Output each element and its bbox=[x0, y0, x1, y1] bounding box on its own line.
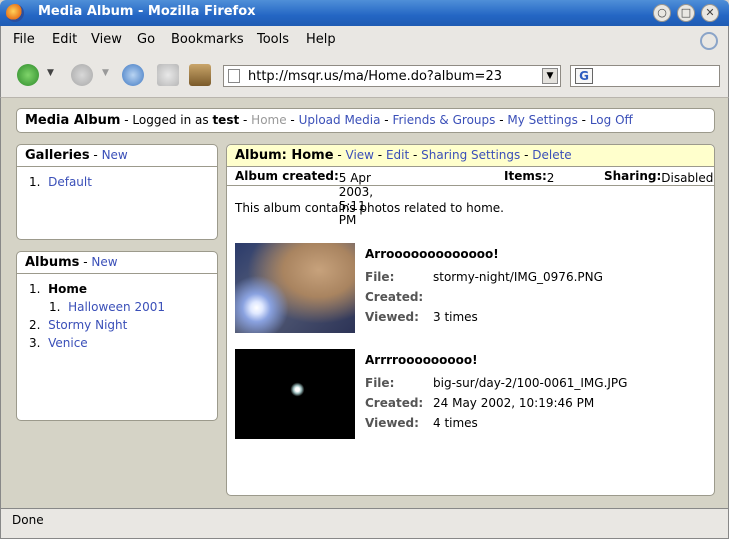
album-created-value: 5 Apr 2003, 5:11 PM bbox=[338, 171, 374, 227]
username: test bbox=[212, 113, 240, 127]
media-viewed: 3 times bbox=[433, 310, 478, 324]
media-file: stormy-night/IMG_0976.PNG bbox=[433, 270, 603, 284]
menu-view[interactable]: View bbox=[91, 32, 122, 47]
page-icon bbox=[228, 69, 240, 83]
search-box[interactable]: G bbox=[570, 65, 720, 87]
menu-tools[interactable]: Tools bbox=[257, 32, 289, 47]
album-title: Album: Home bbox=[235, 148, 334, 163]
menu-file[interactable]: File bbox=[13, 32, 35, 47]
firefox-icon bbox=[6, 4, 24, 22]
albums-title: Albums bbox=[25, 255, 80, 270]
gallery-item: 1. Default bbox=[29, 175, 92, 189]
album-link-halloween[interactable]: Halloween 2001 bbox=[68, 300, 165, 314]
media-title: Arrrrooooooooo! bbox=[365, 353, 478, 367]
maximize-button[interactable]: □ bbox=[677, 4, 695, 22]
url-text[interactable]: http://msqr.us/ma/Home.do?album=23 bbox=[248, 69, 502, 84]
stop-icon[interactable] bbox=[157, 64, 179, 86]
album-link-venice[interactable]: Venice bbox=[48, 336, 88, 350]
nav-log-off[interactable]: Log Off bbox=[590, 113, 633, 127]
album-delete-link[interactable]: Delete bbox=[532, 148, 571, 162]
nav-my-settings[interactable]: My Settings bbox=[507, 113, 578, 127]
forward-icon[interactable] bbox=[71, 64, 93, 86]
logged-in-text: - Logged in as bbox=[120, 113, 213, 127]
media-viewed: 4 times bbox=[433, 416, 478, 430]
galleries-panel: Galleries - New 1. Default bbox=[16, 144, 218, 240]
album-edit-link[interactable]: Edit bbox=[386, 148, 409, 162]
media-info: Arrrrooooooooo! File: big-sur/day-2/100-0… bbox=[365, 353, 628, 430]
album-sharing-value: Disabled bbox=[661, 171, 714, 185]
media-info: Arrooooooooooooo! File: stormy-night/IMG_… bbox=[365, 247, 603, 324]
album-items-value: 2 bbox=[546, 171, 555, 185]
status-text: Done bbox=[12, 513, 44, 527]
home-icon[interactable] bbox=[189, 64, 211, 86]
navigation-toolbar: ▼ ▼ http://msqr.us/ma/Home.do?album=23 ▼… bbox=[0, 52, 729, 98]
album-sharing-link[interactable]: Sharing Settings bbox=[421, 148, 520, 162]
page-content: Media Album - Logged in as test - Home -… bbox=[0, 98, 729, 508]
galleries-title: Galleries bbox=[25, 148, 90, 163]
forward-dropdown-icon[interactable]: ▼ bbox=[102, 68, 109, 78]
media-created: 24 May 2002, 10:19:46 PM bbox=[433, 396, 595, 410]
reload-icon[interactable] bbox=[122, 64, 144, 86]
menu-bookmarks[interactable]: Bookmarks bbox=[171, 32, 244, 47]
nav-home: Home bbox=[251, 113, 287, 127]
new-gallery-link[interactable]: New bbox=[102, 148, 128, 162]
site-header: Media Album - Logged in as test - Home -… bbox=[16, 108, 715, 133]
new-album-link[interactable]: New bbox=[91, 255, 117, 269]
brand-name: Media Album bbox=[25, 113, 121, 128]
window-title: Media Album - Mozilla Firefox bbox=[38, 4, 256, 19]
album-item: 2. Stormy Night bbox=[29, 318, 128, 332]
google-icon[interactable]: G bbox=[575, 68, 593, 84]
url-bar[interactable]: http://msqr.us/ma/Home.do?album=23 ▼ bbox=[223, 65, 561, 87]
menu-edit[interactable]: Edit bbox=[52, 32, 77, 47]
minimize-button[interactable]: ○ bbox=[653, 4, 671, 22]
album-link-stormy-night[interactable]: Stormy Night bbox=[48, 318, 127, 332]
menu-help[interactable]: Help bbox=[306, 32, 336, 47]
album-meta: Album created: 5 Apr 2003, 5:11 PM Items… bbox=[227, 167, 714, 227]
back-icon[interactable] bbox=[17, 64, 39, 86]
nav-upload-media[interactable]: Upload Media bbox=[299, 113, 381, 127]
album-subitem: 1. Halloween 2001 bbox=[49, 300, 166, 314]
title-bar: Media Album - Mozilla Firefox ○ □ ✕ bbox=[0, 0, 729, 26]
album-item: 3. Venice bbox=[29, 336, 88, 350]
gallery-link-default[interactable]: Default bbox=[48, 175, 92, 189]
media-thumbnail[interactable] bbox=[235, 349, 355, 439]
throbber-icon bbox=[700, 32, 718, 50]
back-dropdown-icon[interactable]: ▼ bbox=[47, 68, 54, 78]
close-button[interactable]: ✕ bbox=[701, 4, 719, 22]
media-thumbnail[interactable] bbox=[235, 243, 355, 333]
media-file: big-sur/day-2/100-0061_IMG.JPG bbox=[433, 376, 628, 390]
media-title: Arrooooooooooooo! bbox=[365, 247, 499, 261]
albums-panel: Albums - New 1. Home 1. Halloween 2001 2… bbox=[16, 251, 218, 421]
menu-bar: File Edit View Go Bookmarks Tools Help bbox=[0, 26, 729, 52]
menu-go[interactable]: Go bbox=[137, 32, 155, 47]
album-item: 1. Home bbox=[29, 282, 88, 296]
album-description: This album contains photos related to ho… bbox=[235, 201, 504, 215]
status-bar: Done bbox=[0, 508, 729, 539]
album-current-home: Home bbox=[48, 282, 88, 296]
album-panel: Album: Home - View - Edit - Sharing Sett… bbox=[226, 144, 715, 496]
album-view-link[interactable]: View bbox=[346, 148, 374, 162]
nav-friends-groups[interactable]: Friends & Groups bbox=[392, 113, 495, 127]
url-dropdown-icon[interactable]: ▼ bbox=[542, 68, 558, 84]
